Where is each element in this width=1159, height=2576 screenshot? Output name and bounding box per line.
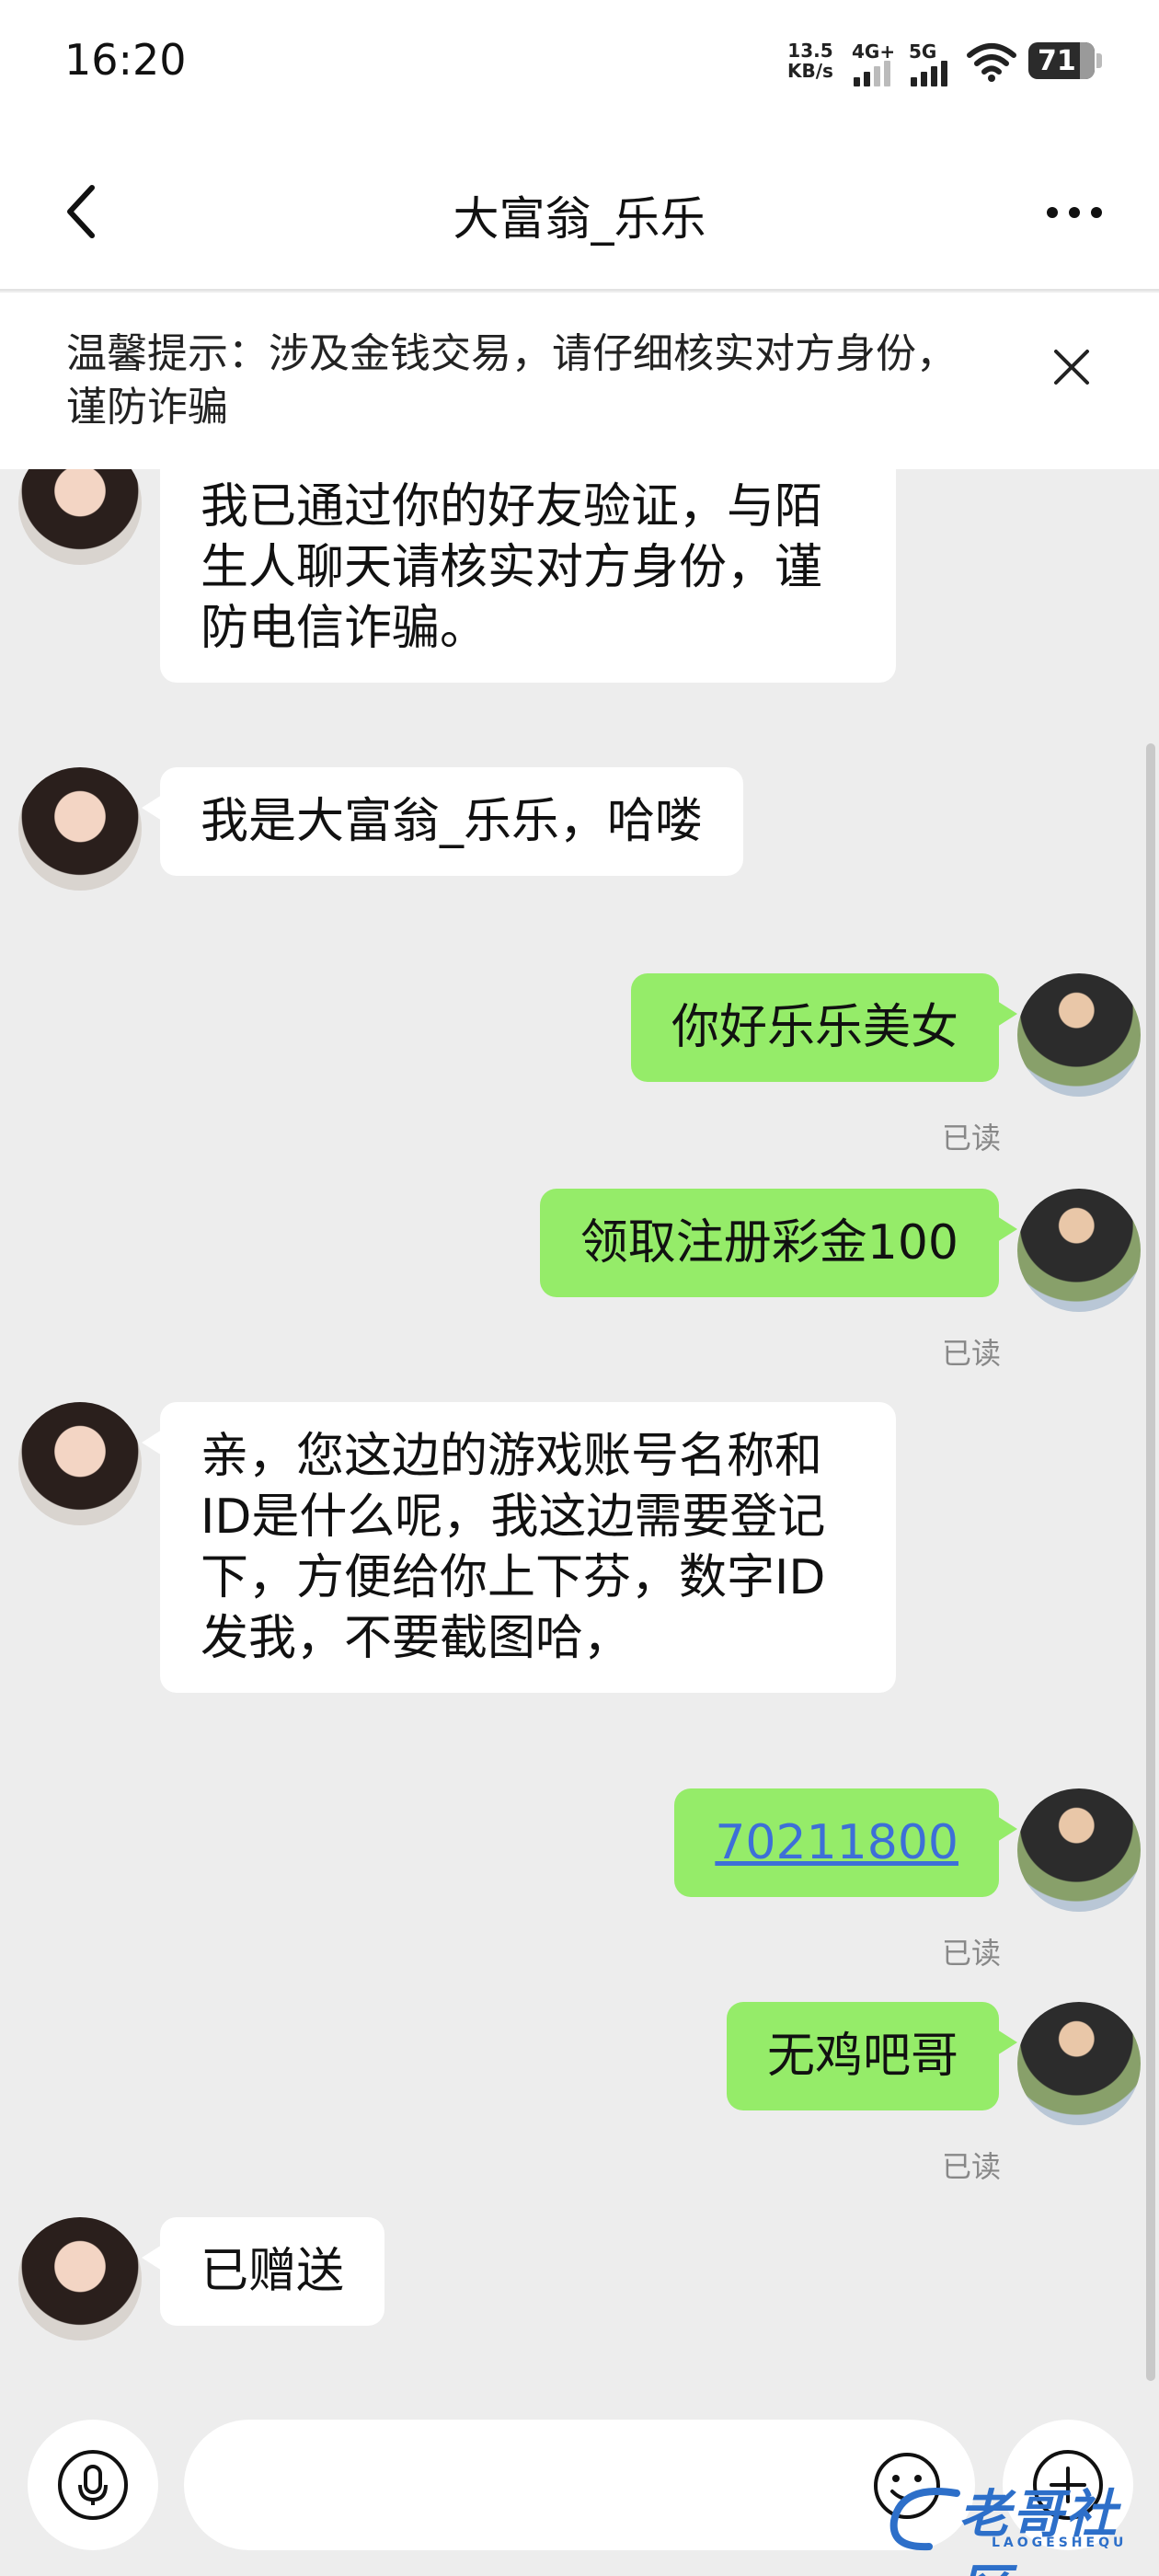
message-bubble-outgoing[interactable]: 你好乐乐美女 — [630, 973, 1018, 1082]
close-icon[interactable] — [1049, 344, 1095, 390]
chat-title: 大富翁_乐乐 — [453, 192, 706, 246]
contact-avatar[interactable] — [18, 469, 142, 565]
signal-4g-icon: 4G+ — [852, 40, 900, 86]
fraud-warning-banner: 温馨提示：涉及金钱交易，请仔细核实对方身份，谨防诈骗 — [0, 293, 1159, 469]
contact-avatar[interactable] — [18, 1402, 142, 1525]
signal-5g-icon: 5G — [909, 40, 957, 86]
chat-header: 大富翁_乐乐 — [0, 129, 1159, 291]
self-avatar[interactable] — [1017, 1788, 1141, 1912]
read-receipt: 已读 — [942, 2149, 1002, 2184]
contact-avatar[interactable] — [18, 2217, 142, 2340]
contact-avatar[interactable] — [18, 767, 142, 891]
status-time: 16:20 — [64, 35, 187, 85]
warning-text: 温馨提示：涉及金钱交易，请仔细核实对方身份，谨防诈骗 — [66, 330, 957, 431]
plus-icon — [1033, 2450, 1103, 2520]
message-input[interactable] — [184, 2420, 975, 2550]
signal-4g-label: 4G+ — [852, 40, 896, 63]
message-bubble-incoming[interactable]: 我已通过你的好友验证，与陌生人聊天请核实对方身份，谨防电信诈骗。 — [160, 469, 896, 683]
message-bubble-outgoing[interactable]: 无鸡吧哥 — [726, 2002, 1018, 2110]
signal-5g-label: 5G — [909, 40, 937, 63]
input-bar — [0, 2392, 1159, 2576]
status-bar: 16:20 13.5 KB/s 4G+ 5G 71 — [0, 0, 1159, 129]
message-bubble-incoming[interactable]: 已赠送 — [141, 2217, 385, 2326]
network-speed: 13.5 KB/s — [787, 40, 833, 81]
microphone-icon — [58, 2450, 128, 2520]
emoji-icon[interactable] — [870, 2449, 944, 2523]
self-avatar[interactable] — [1017, 1189, 1141, 1312]
message-bubble-outgoing[interactable]: 领取注册彩金100 — [539, 1189, 1018, 1297]
read-receipt: 已读 — [942, 1121, 1002, 1156]
network-speed-unit: KB/s — [787, 60, 833, 82]
read-receipt: 已读 — [942, 1336, 1002, 1371]
self-avatar[interactable] — [1017, 2002, 1141, 2125]
message-bubble-outgoing[interactable]: 70211800 — [674, 1788, 1017, 1897]
voice-input-button[interactable] — [28, 2420, 158, 2550]
more-options-icon[interactable] — [1036, 190, 1113, 236]
message-bubble-incoming[interactable]: 亲，您这边的游戏账号名称和ID是什么呢，我这边需要登记下，方便给你上下芬，数字I… — [142, 1402, 896, 1693]
read-receipt: 已读 — [942, 1936, 1002, 1971]
more-actions-button[interactable] — [1003, 2420, 1133, 2550]
battery-icon: 71 — [1028, 42, 1102, 79]
self-avatar[interactable] — [1017, 973, 1141, 1097]
battery-level: 71 — [1038, 44, 1076, 77]
chat-message-list[interactable]: 我已通过你的好友验证，与陌生人聊天请核实对方身份，谨防电信诈骗。 我是大富翁_乐… — [0, 469, 1159, 2401]
wifi-icon — [967, 43, 1016, 82]
message-link[interactable]: 70211800 — [715, 1815, 958, 1870]
message-bubble-incoming[interactable]: 我是大富翁_乐乐，哈喽 — [141, 767, 744, 876]
network-speed-value: 13.5 — [787, 40, 833, 62]
chat-scrollbar[interactable] — [1146, 743, 1155, 2381]
